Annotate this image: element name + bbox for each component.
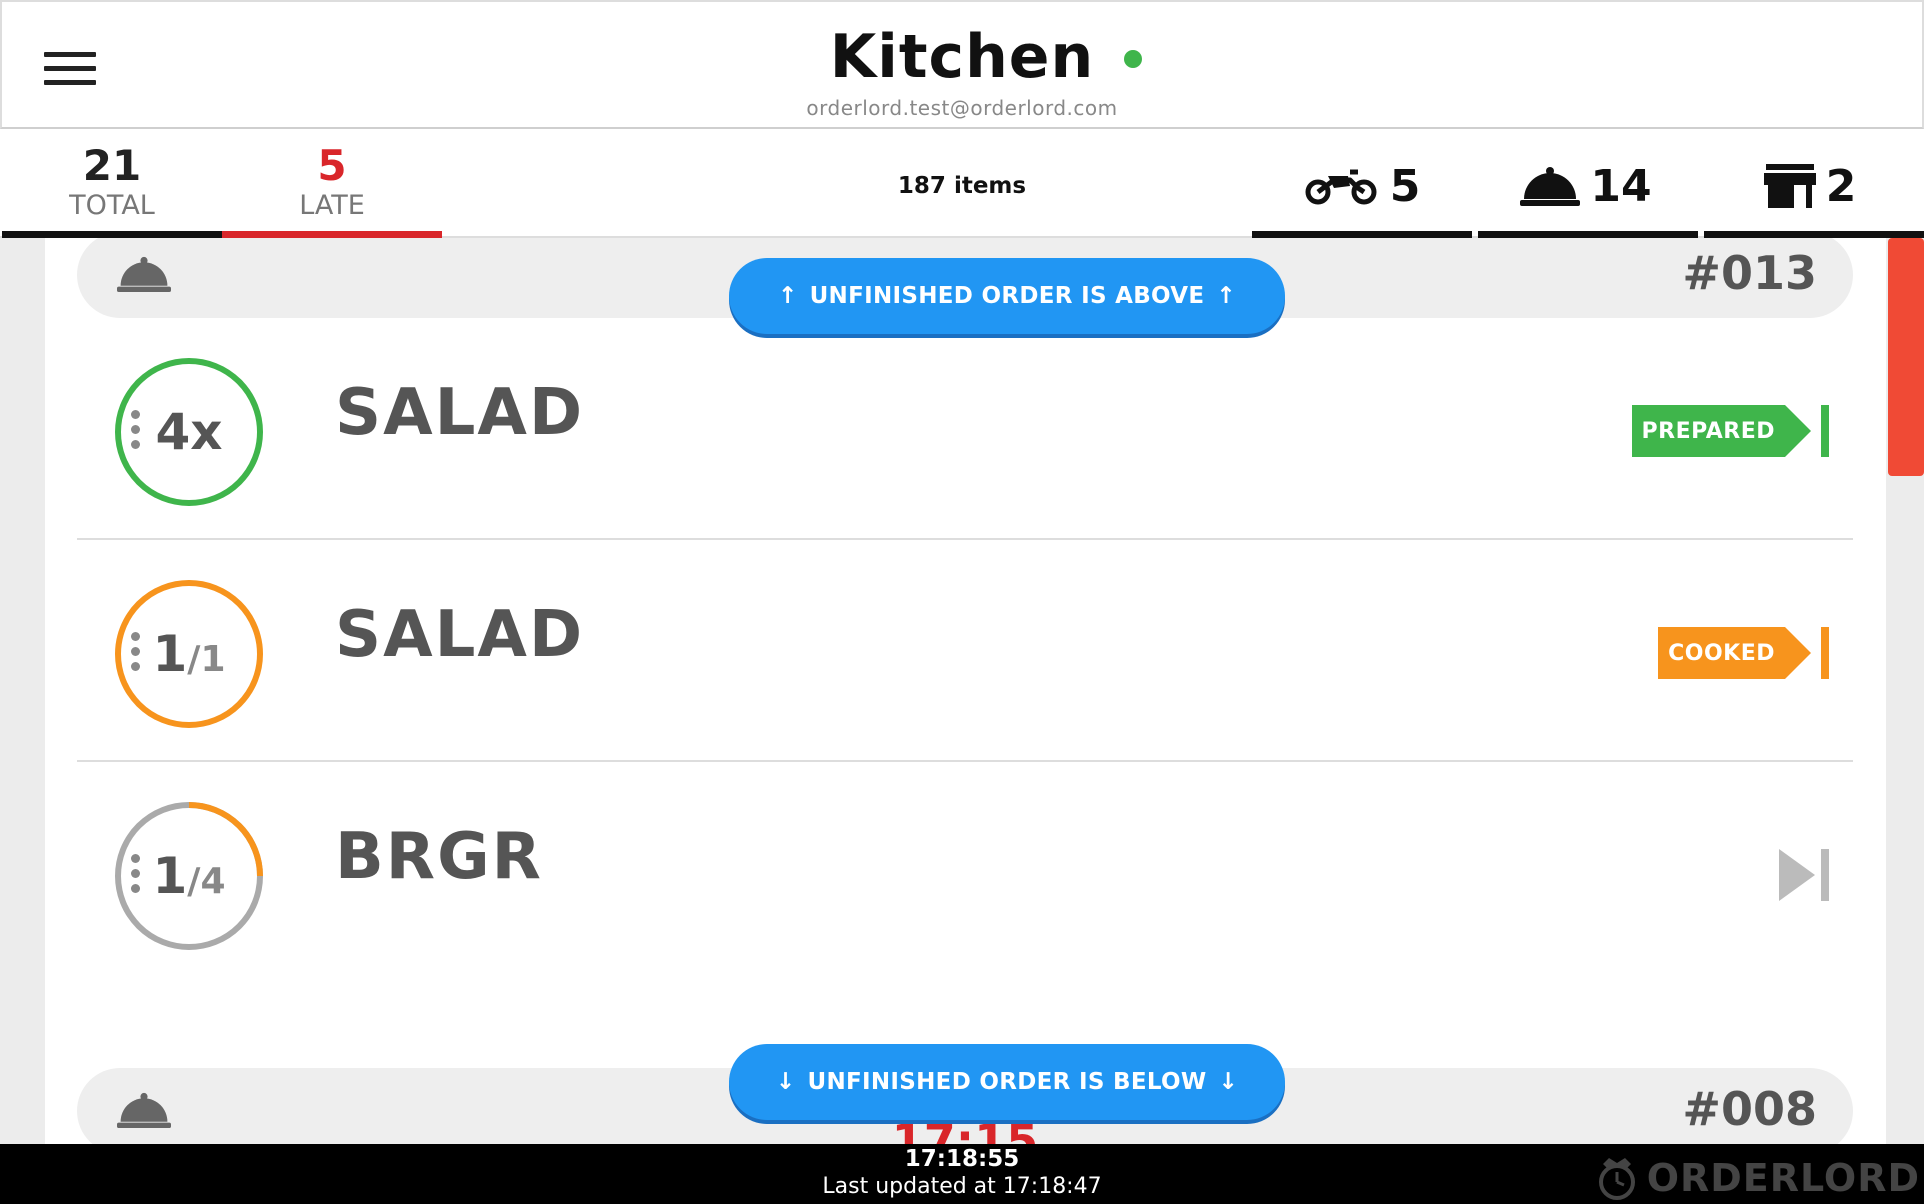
play-next-icon <box>1779 849 1815 901</box>
arrow-up-icon: ↑ <box>778 283 798 309</box>
stat-total-label: TOTAL <box>69 190 155 221</box>
advance-status-button[interactable] <box>1779 848 1829 902</box>
item-name: SALAD <box>335 598 585 672</box>
takeaway-underline <box>1704 231 1924 238</box>
delivery-count: 5 <box>1389 160 1421 212</box>
status-label: PREPARED <box>1631 405 1785 457</box>
order-number: #013 <box>1682 246 1817 300</box>
below-button-label: UNFINISHED ORDER IS BELOW <box>807 1069 1207 1095</box>
status-footer: 17:18:55 Last updated at 17:18:47 ORDERL… <box>0 1144 1924 1204</box>
brand-name: ORDERLORD <box>1646 1156 1920 1200</box>
arrow-up-icon: ↑ <box>1216 283 1236 309</box>
left-gutter <box>0 238 42 1144</box>
quantity-total: /4 <box>187 860 226 902</box>
quantity-value: 1 <box>152 847 188 905</box>
brand-logo: ORDERLORD <box>1593 1154 1920 1202</box>
stat-late-label: LATE <box>299 190 365 221</box>
online-status-dot <box>1124 50 1143 68</box>
dine-in-underline <box>1478 231 1698 238</box>
takeaway-filter[interactable]: 2 <box>1700 151 1920 221</box>
scroll-to-below-order-button[interactable]: ↓ UNFINISHED ORDER IS BELOW ↓ <box>729 1044 1285 1120</box>
delivery-underline <box>1252 231 1472 238</box>
status-bar <box>1821 627 1829 679</box>
delivery-filter[interactable]: 5 <box>1252 151 1472 221</box>
quantity-value: 4x <box>155 403 223 461</box>
status-bar <box>1821 405 1829 457</box>
stat-total-underline <box>2 231 222 238</box>
next-arrow-icon <box>1785 627 1811 679</box>
above-button-label: UNFINISHED ORDER IS ABOVE <box>809 283 1205 309</box>
stat-total-value: 21 <box>82 141 142 190</box>
item-name: BRGR <box>335 820 543 894</box>
dine-in-count: 14 <box>1590 160 1652 212</box>
scroll-to-above-order-button[interactable]: ↑ UNFINISHED ORDER IS ABOVE ↑ <box>729 258 1285 334</box>
stat-late-value: 5 <box>317 141 347 190</box>
order-list: #013 4x SALAD PREPARED 1 /1 SALAD COOKED <box>42 238 1886 1144</box>
items-count: 187 items <box>897 173 1027 199</box>
stat-total[interactable]: 21 TOTAL <box>2 143 222 223</box>
quantity-label: 1 /1 <box>113 578 265 730</box>
page-title: Kitchen <box>829 22 1143 92</box>
stats-bar: 21 TOTAL 5 LATE 187 items 5 14 2 <box>0 129 1924 238</box>
cloche-icon <box>117 256 171 292</box>
quantity-label: 4x <box>113 356 265 508</box>
crown-clock-icon <box>1598 1158 1635 1200</box>
order-item-row[interactable]: 1 /1 SALAD COOKED <box>77 540 1853 762</box>
quantity-value: 1 <box>152 625 188 683</box>
item-name: SALAD <box>335 376 585 450</box>
order-item-row[interactable]: 4x SALAD PREPARED <box>77 318 1853 540</box>
next-arrow-icon <box>1785 405 1811 457</box>
arrow-down-icon: ↓ <box>1218 1069 1239 1095</box>
stat-late[interactable]: 5 LATE <box>222 143 442 223</box>
page-title-text: Kitchen <box>829 22 1095 92</box>
motorbike-icon <box>1305 169 1377 205</box>
quantity-label: 1 /4 <box>113 800 265 952</box>
account-email: orderlord.test@orderlord.com <box>806 96 1118 120</box>
cloche-icon <box>1520 167 1581 206</box>
order-number: #008 <box>1682 1082 1817 1136</box>
scrollbar-thumb[interactable] <box>1888 238 1924 476</box>
quantity-total: /1 <box>187 638 226 680</box>
status-label: COOKED <box>1658 627 1785 679</box>
dine-in-filter[interactable]: 14 <box>1476 151 1696 221</box>
takeaway-count: 2 <box>1825 160 1857 212</box>
status-prepared-button[interactable]: PREPARED <box>1631 404 1829 458</box>
store-icon <box>1763 164 1816 208</box>
stat-late-underline <box>222 231 442 238</box>
status-bar <box>1821 849 1829 901</box>
status-cooked-button[interactable]: COOKED <box>1658 626 1829 680</box>
arrow-down-icon: ↓ <box>775 1069 796 1095</box>
app-header: Kitchen orderlord.test@orderlord.com <box>0 0 1924 129</box>
order-item-row[interactable]: 1 /4 BRGR <box>77 762 1853 984</box>
title-wrap: Kitchen <box>2 22 1922 92</box>
